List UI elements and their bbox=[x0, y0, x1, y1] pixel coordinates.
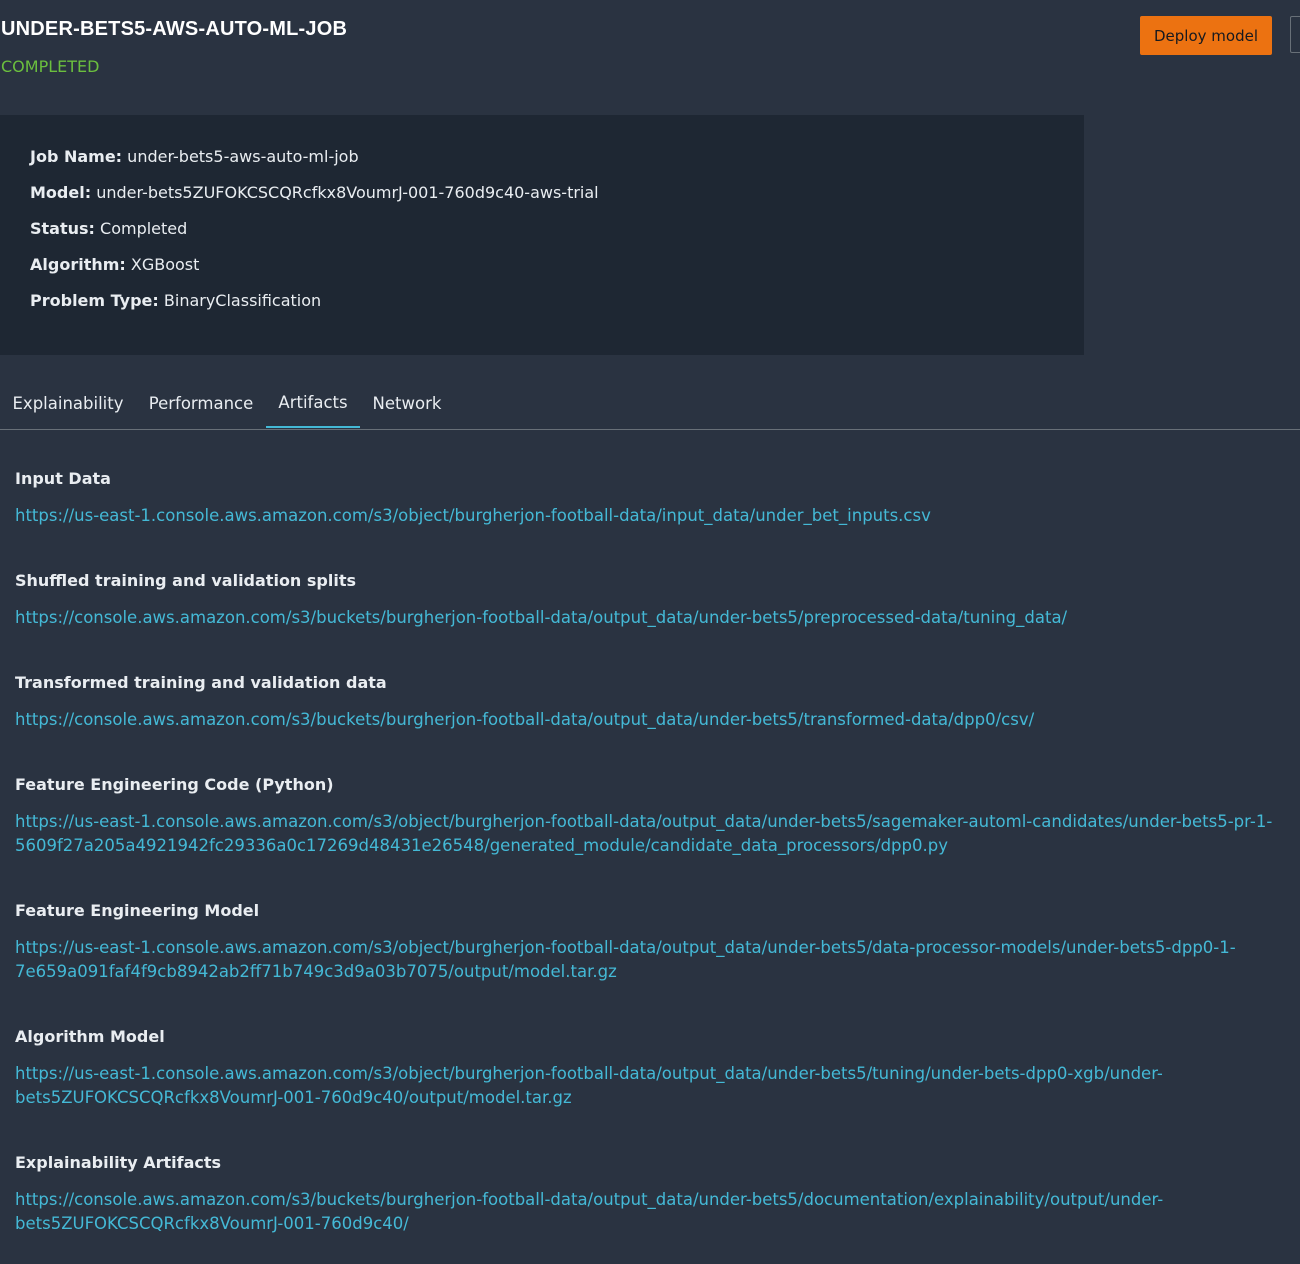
summary-row-problem-type: Problem Type: BinaryClassification bbox=[30, 291, 321, 310]
link-line: 5609f27a205a4921942fc29336a0c17269d48431… bbox=[15, 836, 948, 855]
link-line: https://console.aws.amazon.com/s3/bucket… bbox=[15, 1190, 1164, 1209]
link-line: https://console.aws.amazon.com/s3/bucket… bbox=[15, 710, 1035, 729]
tab-explainability[interactable]: Explainability bbox=[0, 378, 136, 428]
summary-value: under-bets5-aws-auto-ml-job bbox=[127, 147, 359, 166]
artifact-link-input-data[interactable]: https://us-east-1.console.aws.amazon.com… bbox=[15, 504, 1300, 528]
link-line: https://us-east-1.console.aws.amazon.com… bbox=[15, 938, 1236, 957]
link-line: bets5ZUFOKCSCQRcfkx8VoumrJ-001-760d9c40/ bbox=[15, 1214, 409, 1233]
job-summary-panel: Job Name: under-bets5-aws-auto-ml-job Mo… bbox=[0, 115, 1084, 355]
tab-network[interactable]: Network bbox=[360, 378, 454, 428]
artifact-link-feature-engineering-model[interactable]: https://us-east-1.console.aws.amazon.com… bbox=[15, 936, 1300, 984]
link-line: bets5ZUFOKCSCQRcfkx8VoumrJ-001-760d9c40/… bbox=[15, 1088, 572, 1107]
summary-key: Problem Type: bbox=[30, 291, 159, 310]
job-status-label: COMPLETED bbox=[1, 57, 100, 76]
deploy-model-button[interactable]: Deploy model bbox=[1140, 16, 1272, 55]
artifact-label-feature-engineering-model: Feature Engineering Model bbox=[15, 901, 260, 920]
page-title: UNDER-BETS5-AWS-AUTO-ML-JOB bbox=[1, 18, 348, 40]
artifact-link-explainability-artifacts[interactable]: https://console.aws.amazon.com/s3/bucket… bbox=[15, 1188, 1300, 1236]
summary-row-model: Model: under-bets5ZUFOKCSCQRcfkx8VoumrJ-… bbox=[30, 183, 599, 202]
artifact-label-feature-engineering-code: Feature Engineering Code (Python) bbox=[15, 775, 334, 794]
summary-value: under-bets5ZUFOKCSCQRcfkx8VoumrJ-001-760… bbox=[96, 183, 599, 202]
summary-value: XGBoost bbox=[130, 255, 200, 274]
link-line: https://us-east-1.console.aws.amazon.com… bbox=[15, 1064, 1163, 1083]
secondary-action-button[interactable] bbox=[1290, 16, 1300, 53]
tab-artifacts[interactable]: Artifacts bbox=[266, 378, 360, 428]
artifact-link-shuffled-splits[interactable]: https://console.aws.amazon.com/s3/bucket… bbox=[15, 606, 1300, 630]
link-line: https://us-east-1.console.aws.amazon.com… bbox=[15, 812, 1273, 831]
artifact-label-input-data: Input Data bbox=[15, 469, 111, 488]
summary-row-status: Status: Completed bbox=[30, 219, 187, 238]
summary-key: Status: bbox=[30, 219, 95, 238]
summary-key: Algorithm: bbox=[30, 255, 126, 274]
summary-row-job-name: Job Name: under-bets5-aws-auto-ml-job bbox=[30, 147, 359, 166]
tab-performance[interactable]: Performance bbox=[136, 378, 266, 428]
artifact-label-algorithm-model: Algorithm Model bbox=[15, 1027, 165, 1046]
artifact-label-explainability-artifacts: Explainability Artifacts bbox=[15, 1153, 222, 1172]
link-line: https://us-east-1.console.aws.amazon.com… bbox=[15, 506, 931, 525]
tab-bar: Explainability Performance Artifacts Net… bbox=[0, 378, 1300, 430]
artifact-link-feature-engineering-code[interactable]: https://us-east-1.console.aws.amazon.com… bbox=[15, 810, 1300, 858]
artifact-link-algorithm-model[interactable]: https://us-east-1.console.aws.amazon.com… bbox=[15, 1062, 1300, 1110]
summary-value: BinaryClassification bbox=[163, 291, 322, 310]
summary-value: Completed bbox=[100, 219, 188, 238]
summary-key: Job Name: bbox=[30, 147, 123, 166]
artifact-label-shuffled-splits: Shuffled training and validation splits bbox=[15, 571, 357, 590]
link-line: https://console.aws.amazon.com/s3/bucket… bbox=[15, 608, 1068, 627]
summary-key: Model: bbox=[30, 183, 92, 202]
artifact-link-transformed-data[interactable]: https://console.aws.amazon.com/s3/bucket… bbox=[15, 708, 1300, 732]
artifact-label-transformed-data: Transformed training and validation data bbox=[15, 673, 387, 692]
link-line: 7e659a091faf4f9cb8942ab2ff71b749c3d9a03b… bbox=[15, 962, 617, 981]
automl-job-detail-page: UNDER-BETS5-AWS-AUTO-ML-JOB COMPLETED De… bbox=[0, 0, 1300, 1264]
summary-row-algorithm: Algorithm: XGBoost bbox=[30, 255, 199, 274]
